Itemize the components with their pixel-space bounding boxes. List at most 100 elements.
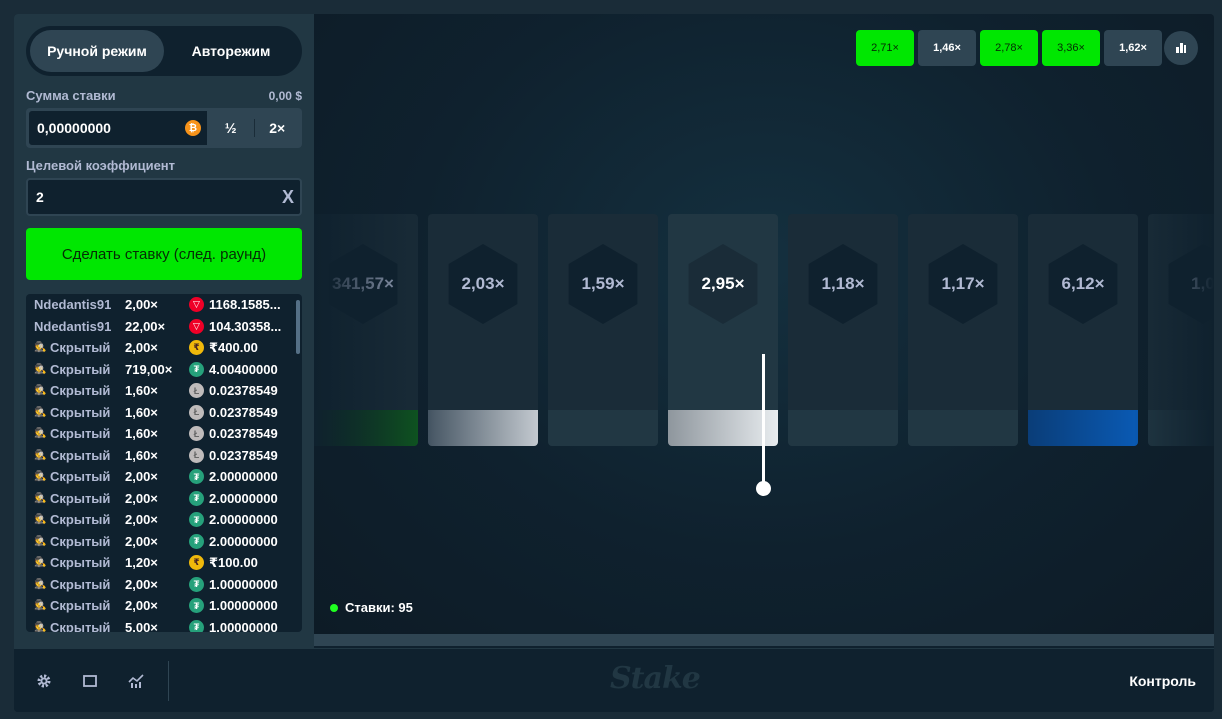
history-bar: 2,71× 1,46× 2,78× 3,36× 1,62× [856,30,1162,66]
bet-amount: ₮ 1.00000000 [189,619,289,632]
half-bet-button[interactable]: ½ [208,110,254,146]
bet-amount-value: 1.00000000 [209,576,278,592]
bet-multiplier: 2,00× [125,533,158,549]
bet-amount-value: 2.00000000 [209,469,278,485]
usdt-icon: ₮ [189,533,204,549]
bet-row[interactable]: 🕵 Скрытый 2,00× ₮ 2.00000000 [34,531,294,553]
incognito-icon: 🕵 [34,557,47,569]
bet-row[interactable]: 🕵 Скрытый 1,20× ₹ ₹100.00 [34,552,294,574]
bet-row[interactable]: 🕵 Скрытый 719,00× ₮ 4.00400000 [34,359,294,381]
live-stats-button[interactable] [126,671,146,691]
gear-icon [37,674,51,688]
history-chip[interactable]: 2,71× [856,30,914,66]
history-chip[interactable]: 1,46× [918,30,976,66]
bet-row[interactable]: Ndedantis91 22,00× ▽ 104.30358... [34,316,294,338]
ltc-icon: Ł [189,426,204,442]
target-multiplier-label: Целевой коэффициент [26,158,176,173]
double-bet-button[interactable]: 2× [255,110,301,146]
bitcoin-icon: ₿ [185,120,201,136]
usdt-icon: ₮ [189,469,204,485]
stake-logo: Stake [610,661,701,696]
bet-row[interactable]: 🕵 Скрытый 2,00× ₮ 1.00000000 [34,595,294,617]
bet-amount: ₮ 2.00000000 [189,469,289,485]
usdt-icon: ₮ [189,619,204,632]
bet-row[interactable]: 🕵 Скрытый 2,00× ₹ ₹400.00 [34,337,294,359]
bet-multiplier: 2,00× [125,576,158,592]
bet-user-name: Скрытый [50,598,111,614]
inr-icon: ₹ [189,340,204,356]
bet-amount-value: 104.30358... [209,318,282,334]
multiplier-hex: 1,0 [1168,244,1214,324]
bet-row[interactable]: Ndedantis91 2,00× ▽ 1168.1585... [34,294,294,316]
bet-user: 🕵 Скрытый [34,620,125,632]
bet-amount: Ł 0.02378549 [189,404,289,420]
bet-user: 🕵 Скрытый [34,555,125,570]
bet-amount-value: 0.02378549 [209,447,278,463]
bet-multiplier: 2,00× [125,598,158,614]
bet-amount-value: 0.02378549 [209,404,278,420]
bet-amount-value: ₹100.00 [209,554,258,570]
bet-row[interactable]: 🕵 Скрытый 2,00× ₮ 2.00000000 [34,466,294,488]
bet-user-name: Скрытый [50,619,111,632]
control-link[interactable]: Контроль [1129,673,1196,689]
scrollbar-thumb[interactable] [296,300,300,354]
bet-amount: ₮ 2.00000000 [189,490,289,506]
live-bets-list[interactable]: Ndedantis91 2,00× ▽ 1168.1585... Ndedantis91… [26,294,302,632]
history-chip[interactable]: 3,36× [1042,30,1100,66]
bet-user-name: Ndedantis91 [34,318,112,334]
bet-multiplier: 5,00× [125,619,158,632]
bet-amount-value: 1.00000000 [209,619,278,632]
incognito-icon: 🕵 [34,535,47,547]
bet-row[interactable]: 🕵 Скрытый 5,00× ₮ 1.00000000 [34,617,294,632]
incognito-icon: 🕵 [34,621,47,632]
multiplier-card: 1,17× [908,214,1018,446]
bet-amount: ₮ 1.00000000 [189,576,289,592]
live-dot-icon [330,603,338,612]
bet-user-name: Скрытый [50,555,111,571]
bet-row[interactable]: 🕵 Скрытый 1,60× Ł 0.02378549 [34,423,294,445]
target-multiplier-input[interactable]: 2 X [26,178,302,216]
multiplier-card: 1,0 [1148,214,1214,446]
bet-amount: ▽ 104.30358... [189,318,289,334]
bet-amount: ₹ ₹100.00 [189,555,289,571]
bet-user-name: Скрытый [50,469,111,485]
bet-user-name: Скрытый [50,533,111,549]
history-chip[interactable]: 1,62× [1104,30,1162,66]
bet-amount-value: 1168.1585... [209,297,281,313]
history-chip[interactable]: 2,78× [980,30,1038,66]
inr-icon: ₹ [189,555,204,571]
footer-bar: Stake Контроль [14,648,1214,712]
bet-amount-input[interactable]: 0,00000000 ₿ [28,110,208,146]
multiplier-card: 1,18× [788,214,898,446]
ltc-icon: Ł [189,404,204,420]
incognito-icon: 🕵 [34,406,47,418]
bet-row[interactable]: 🕵 Скрытый 2,00× ₮ 2.00000000 [34,488,294,510]
card-bar [428,410,538,446]
tab-auto-mode[interactable]: Авторежим [164,30,298,72]
settings-button[interactable] [34,671,54,691]
clear-target-button[interactable]: X [282,187,294,208]
tab-manual-mode[interactable]: Ручной режим [30,30,164,72]
place-bet-button[interactable]: Сделать ставку (след. раунд) [26,228,302,280]
bet-row[interactable]: 🕵 Скрытый 1,60× Ł 0.02378549 [34,380,294,402]
bet-row[interactable]: 🕵 Скрытый 1,60× Ł 0.02378549 [34,402,294,424]
bet-user-name: Скрытый [50,340,111,356]
pointer-needle [762,354,765,488]
bet-row[interactable]: 🕵 Скрытый 1,60× Ł 0.02378549 [34,445,294,467]
bet-amount: Ł 0.02378549 [189,426,289,442]
bet-amount: Ł 0.02378549 [189,447,289,463]
bet-user-name: Скрытый [50,447,111,463]
bet-multiplier: 1,60× [125,447,158,463]
card-bar [1028,410,1138,446]
stats-button[interactable] [1164,31,1198,65]
multiplier-hex: 1,59× [568,244,638,324]
theatre-mode-button[interactable] [80,671,100,691]
square-icon [83,675,97,687]
bet-user: 🕵 Скрытый [34,534,125,549]
bet-user: 🕵 Скрытый [34,405,125,420]
bet-row[interactable]: 🕵 Скрытый 2,00× ₮ 2.00000000 [34,509,294,531]
bet-multiplier: 1,20× [125,555,158,571]
bet-user: Ndedantis91 [34,297,125,312]
bet-multiplier: 1,60× [125,404,158,420]
bet-row[interactable]: 🕵 Скрытый 2,00× ₮ 1.00000000 [34,574,294,596]
